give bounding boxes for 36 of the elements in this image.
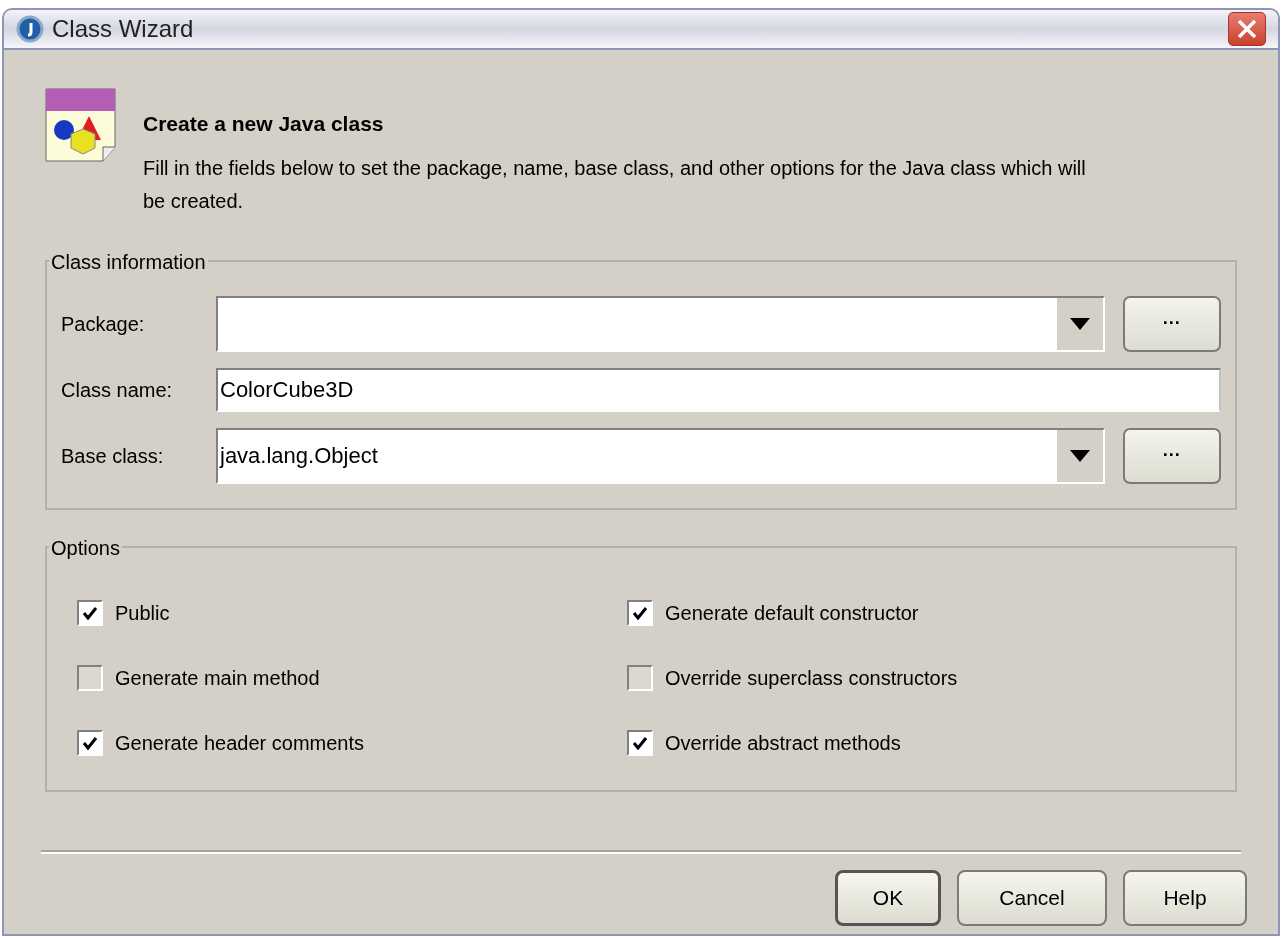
combo-box[interactable]: java.lang.Object xyxy=(216,427,1105,484)
checkbox[interactable] xyxy=(77,729,103,756)
text-field[interactable]: ColorCube3D xyxy=(216,367,1221,412)
checkbox-label: Public xyxy=(115,600,170,626)
checkbox[interactable] xyxy=(77,664,103,691)
checkbox-label: Generate default constructor xyxy=(665,600,919,626)
close-icon xyxy=(1236,18,1258,40)
check-icon xyxy=(632,735,648,750)
checkbox-label: Override abstract methods xyxy=(665,730,901,756)
close-button[interactable] xyxy=(1228,12,1266,46)
combo-box[interactable] xyxy=(216,295,1105,352)
header-description: Fill in the fields below to set the package, name, base class, and other options for the Java class which will be created. xyxy=(143,155,1087,214)
field-label: Base class: xyxy=(61,443,165,469)
checkbox[interactable] xyxy=(77,599,103,626)
checkbox[interactable] xyxy=(627,599,653,626)
checkbox-label: Override superclass constructors xyxy=(665,665,958,691)
dialog-button[interactable]: Cancel xyxy=(957,869,1107,926)
checkbox[interactable] xyxy=(627,729,653,756)
window-title: Class Wizard xyxy=(52,14,195,44)
checkbox[interactable] xyxy=(627,664,653,691)
check-icon xyxy=(632,605,648,620)
field-label: Package: xyxy=(61,311,146,337)
check-icon xyxy=(82,735,98,750)
dropdown-arrow-icon[interactable] xyxy=(1069,317,1090,330)
dialog-button[interactable]: OK xyxy=(835,869,941,926)
field-label: Class name: xyxy=(61,377,174,403)
browse-button[interactable]: ··· xyxy=(1122,295,1221,352)
checkbox-label: Generate header comments xyxy=(115,730,365,756)
class-icon xyxy=(45,88,117,162)
app-icon xyxy=(16,15,44,43)
header-title: Create a new Java class xyxy=(143,111,385,137)
dialog-button[interactable]: Help xyxy=(1123,869,1247,926)
dropdown-arrow-icon[interactable] xyxy=(1069,449,1090,462)
check-icon xyxy=(82,605,98,620)
browse-button[interactable]: ··· xyxy=(1122,427,1221,484)
checkbox-label: Generate main method xyxy=(115,665,320,691)
